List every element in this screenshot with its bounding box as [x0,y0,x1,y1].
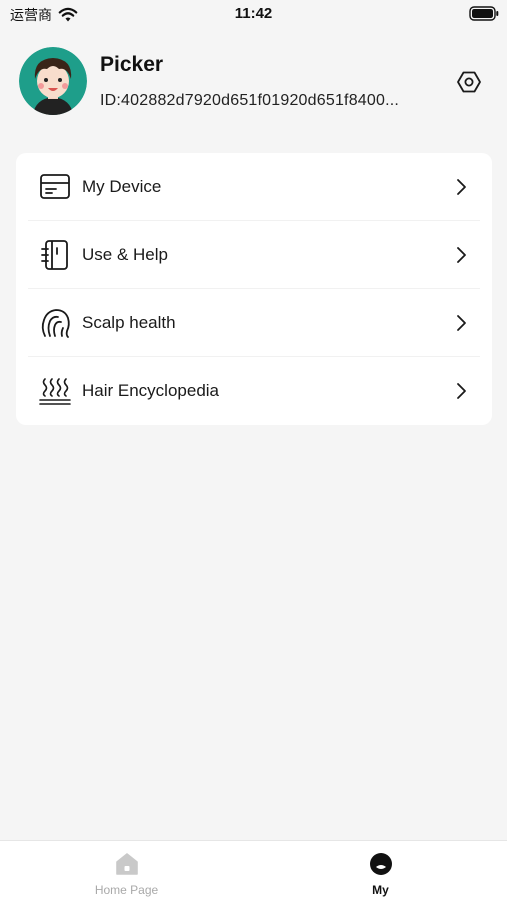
device-icon [40,174,70,199]
menu-item-hair-encyclopedia[interactable]: Hair Encyclopedia [16,357,492,425]
tab-home-page[interactable]: Home Page [0,841,253,901]
chevron-right-icon [457,383,466,399]
status-bar: 运营商 11:42 [0,0,507,30]
username: Picker [100,53,164,76]
status-time: 11:42 [234,5,273,22]
manual-icon [41,240,68,270]
menu-item-my-device[interactable]: My Device [16,153,492,221]
menu-item-label: Hair Encyclopedia [82,381,220,400]
home-icon [115,853,138,875]
tab-my[interactable]: My [254,841,507,901]
steam-waves-icon [39,378,71,405]
tab-bar: Home Page My [0,840,507,901]
menu-item-scalp-health[interactable]: Scalp health [16,289,492,357]
menu-item-label: Use & Help [82,245,168,264]
chevron-right-icon [457,315,466,331]
profile-icon [369,853,392,875]
user-id: ID:402882d7920d651f01920d651f8400... [100,92,400,109]
menu-item-label: My Device [82,177,162,196]
avatar[interactable] [19,47,87,115]
chevron-right-icon [457,247,466,263]
scalp-icon [41,309,70,338]
profile-header: Picker ID:402882d7920d651f01920d651f8400… [0,40,507,130]
battery-icon [469,6,499,21]
menu-card: My Device Use & Help Scalp health Hair E… [16,153,492,425]
settings-gear-icon[interactable] [456,69,482,95]
tab-label: Home Page [94,883,159,897]
chevron-right-icon [457,179,466,195]
tab-label: My [372,883,389,897]
avatar-illustration [19,47,87,115]
menu-item-label: Scalp health [82,313,176,332]
menu-item-use-help[interactable]: Use & Help [16,221,492,289]
